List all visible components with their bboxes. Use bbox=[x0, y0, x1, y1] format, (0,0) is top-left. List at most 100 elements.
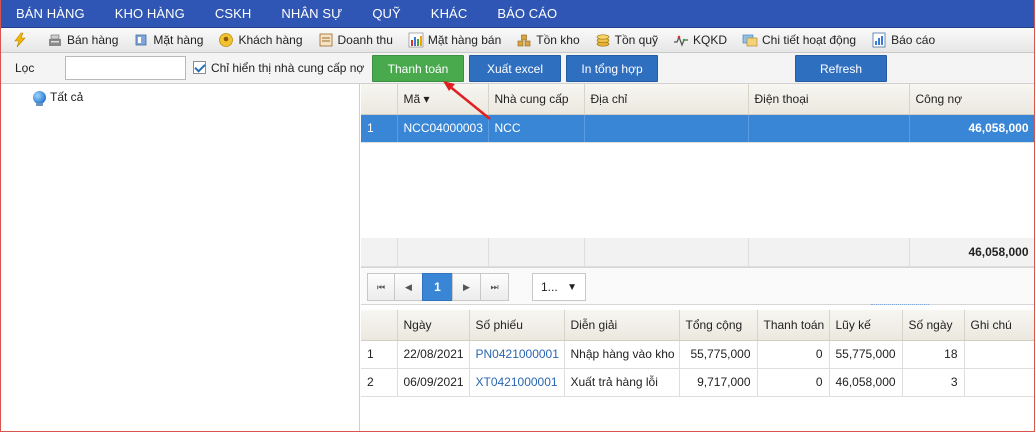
page-size-value: 1... bbox=[541, 280, 558, 294]
toolbar-chi-tiet-hoat-dong[interactable]: Chi tiết hoạt động bbox=[742, 32, 856, 48]
txn-description: Nhập hàng vào kho bbox=[564, 340, 680, 369]
toolbar-ban-hang[interactable]: Bán hàng bbox=[47, 32, 118, 48]
toolbar-label: Doanh thu bbox=[337, 33, 393, 47]
toolbar-label: Chi tiết hoạt động bbox=[762, 33, 857, 47]
toolbar-quick-action[interactable] bbox=[12, 32, 32, 48]
col-row-number bbox=[361, 310, 398, 341]
splitter-handle[interactable] bbox=[871, 304, 929, 307]
transaction-grid: Ngày Số phiếu Diễn giải Tổng cộng Thanh … bbox=[361, 310, 1035, 397]
toolbar-doanh-thu[interactable]: Doanh thu bbox=[318, 32, 393, 48]
menu-nhan-su[interactable]: NHÂN SỰ bbox=[281, 6, 342, 21]
coins-icon bbox=[595, 32, 611, 48]
txn-total: 55,775,000 bbox=[679, 340, 758, 369]
row-number: 2 bbox=[361, 368, 398, 397]
toolbar-ton-kho[interactable]: Tồn kho bbox=[516, 32, 580, 48]
next-page-button[interactable]: ▶ bbox=[452, 273, 481, 301]
filter-bar: Lọc Chỉ hiển thị nhà cung cấp nợ Thanh t… bbox=[0, 53, 1035, 84]
supplier-grid: Mã ▾ Nhà cung cấp Địa chỉ Điện thoại Côn… bbox=[361, 84, 1035, 267]
col-paid[interactable]: Thanh toán bbox=[757, 310, 830, 341]
toolbar-label: Tồn quỹ bbox=[614, 33, 658, 47]
chevron-down-icon: ▼ bbox=[567, 281, 577, 293]
col-days[interactable]: Số ngày bbox=[902, 310, 965, 341]
menu-ban-hang[interactable]: BÁN HÀNG bbox=[16, 6, 85, 21]
refresh-button[interactable]: Refresh bbox=[795, 55, 887, 82]
col-address[interactable]: Địa chỉ bbox=[584, 84, 749, 115]
activity-icon bbox=[742, 32, 758, 48]
lightning-icon bbox=[12, 32, 28, 48]
toolbar-kqkd[interactable]: KQKD bbox=[673, 32, 727, 48]
voucher-link[interactable]: XT0421000001 bbox=[469, 368, 565, 397]
stock-icon bbox=[516, 32, 532, 48]
table-row[interactable]: 1 22/08/2021 PN0421000001 Nhập hàng vào … bbox=[361, 340, 1035, 369]
toolbar-bao-cao[interactable]: Báo cáo bbox=[871, 32, 935, 48]
table-row[interactable]: 2 06/09/2021 XT0421000001 Xuất trả hàng … bbox=[361, 368, 1035, 397]
supplier-group-tree: Tất cả bbox=[0, 84, 360, 432]
col-phone[interactable]: Điện thoại bbox=[748, 84, 910, 115]
customer-icon bbox=[218, 32, 234, 48]
voucher-link[interactable]: PN0421000001 bbox=[469, 340, 565, 369]
debt-only-checkbox-label: Chỉ hiển thị nhà cung cấp nợ bbox=[211, 61, 365, 75]
toolbar: Bán hàng Mặt hàng Khách hàng Doanh thu M… bbox=[0, 28, 1035, 53]
row-number: 1 bbox=[361, 114, 398, 143]
supplier-code: NCC04000003 bbox=[397, 114, 489, 143]
globe-icon bbox=[33, 90, 46, 106]
toolbar-label: Mặt hàng bbox=[153, 33, 204, 47]
business-result-icon bbox=[673, 32, 689, 48]
toolbar-label: Bán hàng bbox=[67, 33, 119, 47]
menu-khac[interactable]: KHÁC bbox=[431, 6, 468, 21]
col-total[interactable]: Tổng cộng bbox=[679, 310, 758, 341]
col-cumulative[interactable]: Lũy kế bbox=[829, 310, 903, 341]
supplier-grid-header: Mã ▾ Nhà cung cấp Địa chỉ Điện thoại Côn… bbox=[361, 84, 1035, 115]
menu-cskh[interactable]: CSKH bbox=[215, 6, 252, 21]
filter-label: Lọc bbox=[15, 61, 35, 75]
col-supplier[interactable]: Nhà cung cấp bbox=[488, 84, 585, 115]
transaction-grid-header: Ngày Số phiếu Diễn giải Tổng cộng Thanh … bbox=[361, 310, 1035, 341]
export-excel-button[interactable]: Xuất excel bbox=[469, 55, 561, 82]
col-description[interactable]: Diễn giải bbox=[564, 310, 680, 341]
last-page-button[interactable]: ⏭ bbox=[480, 273, 509, 301]
txn-cumulative: 55,775,000 bbox=[829, 340, 903, 369]
sales-chart-icon bbox=[408, 32, 424, 48]
toolbar-label: Tồn kho bbox=[536, 33, 580, 47]
prev-page-button[interactable]: ◀ bbox=[394, 273, 423, 301]
page-size-select[interactable]: 1... ▼ bbox=[532, 273, 586, 301]
col-note[interactable]: Ghi chú bbox=[964, 310, 1035, 341]
col-code[interactable]: Mã ▾ bbox=[397, 84, 489, 115]
txn-paid: 0 bbox=[757, 340, 830, 369]
menu-kho-hang[interactable]: KHO HÀNG bbox=[115, 6, 185, 21]
print-summary-button[interactable]: In tổng hợp bbox=[566, 55, 658, 82]
txn-description: Xuất trả hàng lỗi bbox=[564, 368, 680, 397]
txn-date: 06/09/2021 bbox=[397, 368, 470, 397]
tree-node-all[interactable]: Tất cả bbox=[33, 90, 83, 106]
report-icon bbox=[871, 32, 887, 48]
toolbar-label: Khách hàng bbox=[238, 33, 303, 47]
col-date[interactable]: Ngày bbox=[397, 310, 470, 341]
toolbar-label: KQKD bbox=[693, 33, 728, 47]
row-number: 1 bbox=[361, 340, 398, 369]
col-debt[interactable]: Công nợ bbox=[909, 84, 1035, 115]
first-page-button[interactable]: ⏮ bbox=[367, 273, 395, 301]
current-page[interactable]: 1 bbox=[422, 273, 453, 301]
debt-only-checkbox[interactable] bbox=[193, 61, 206, 74]
toolbar-ton-quy[interactable]: Tồn quỹ bbox=[595, 32, 658, 48]
empty-area bbox=[361, 142, 1035, 238]
col-row-number bbox=[361, 84, 398, 115]
menu-bao-cao[interactable]: BÁO CÁO bbox=[497, 6, 557, 21]
main-menu-bar: BÁN HÀNG KHO HÀNG CSKH NHÂN SỰ QUỸ KHÁC … bbox=[0, 0, 1035, 28]
supplier-name: NCC bbox=[488, 114, 585, 143]
table-row[interactable]: 1 NCC04000003 NCC 46,058,000 bbox=[361, 114, 1035, 143]
toolbar-khach-hang[interactable]: Khách hàng bbox=[218, 32, 303, 48]
filter-input[interactable] bbox=[65, 56, 186, 80]
pagination: ⏮ ◀ 1 ▶ ⏭ 1... ▼ bbox=[361, 267, 1035, 305]
toolbar-mat-hang-ban[interactable]: Mặt hàng bán bbox=[408, 32, 501, 48]
debt-total: 46,058,000 bbox=[909, 238, 1035, 267]
supplier-phone bbox=[748, 114, 910, 143]
txn-note bbox=[964, 368, 1035, 397]
txn-days: 18 bbox=[902, 340, 965, 369]
col-voucher[interactable]: Số phiếu bbox=[469, 310, 565, 341]
toolbar-mat-hang[interactable]: Mặt hàng bbox=[133, 32, 203, 48]
pay-button[interactable]: Thanh toán bbox=[372, 55, 464, 82]
txn-paid: 0 bbox=[757, 368, 830, 397]
menu-quy[interactable]: QUỸ bbox=[372, 6, 400, 21]
txn-days: 3 bbox=[902, 368, 965, 397]
